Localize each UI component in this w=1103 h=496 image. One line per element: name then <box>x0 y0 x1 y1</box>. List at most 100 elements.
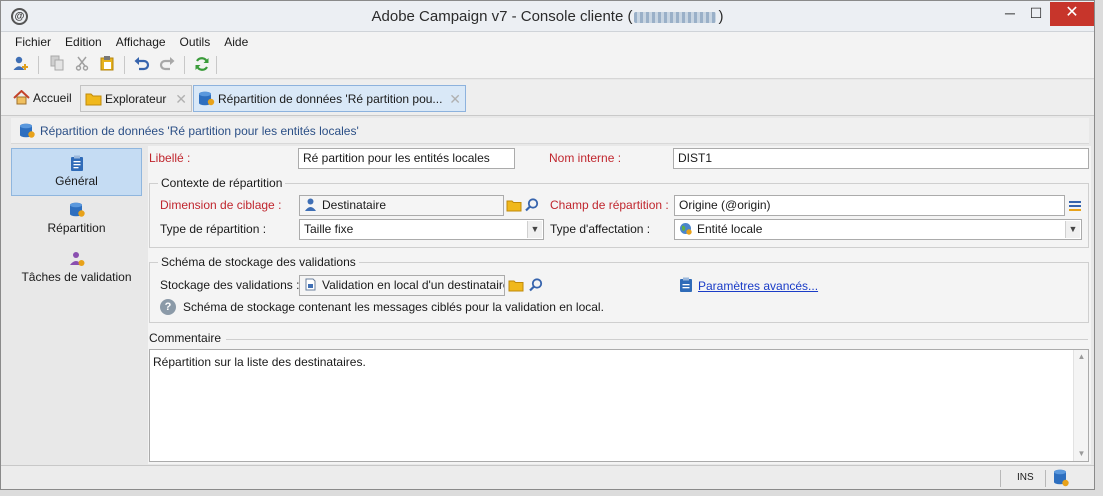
nom-interne-field[interactable]: DIST1 <box>673 148 1089 169</box>
help-text: Schéma de stockage contenant les message… <box>183 300 604 314</box>
menu-outils[interactable]: Outils <box>173 32 218 49</box>
menu-bar: Fichier Edition Affichage Outils Aide <box>1 32 1094 52</box>
tab-close-icon[interactable]: ✕ <box>175 86 187 112</box>
nav-label: Tâches de validation <box>21 270 132 284</box>
toolbar-separator <box>184 56 185 74</box>
toolbar <box>1 52 1094 79</box>
menu-aide[interactable]: Aide <box>217 32 255 49</box>
schema-document-icon <box>305 278 316 291</box>
nom-interne-label: Nom interne : <box>549 151 622 165</box>
help-icon: ? <box>160 299 176 315</box>
type-affectation-select[interactable]: Entité locale ▼ <box>674 219 1082 240</box>
copy-icon[interactable] <box>47 55 67 75</box>
dimension-label: Dimension de ciblage : <box>160 198 282 212</box>
type-repartition-value: Taille fixe <box>304 222 354 236</box>
status-bar: INS <box>1 465 1094 489</box>
minimize-button[interactable]: ─ <box>997 2 1023 26</box>
refresh-icon[interactable] <box>192 55 212 75</box>
new-user-icon[interactable] <box>11 55 31 75</box>
folder-icon[interactable] <box>508 277 524 293</box>
validation-user-icon <box>69 252 84 266</box>
database-icon <box>20 123 35 138</box>
cut-icon[interactable] <box>72 55 92 75</box>
breadcrumb-text: Répartition de données 'Ré partition pou… <box>40 124 359 138</box>
toolbar-separator <box>216 56 217 74</box>
window-title-suffix: ) <box>718 8 724 25</box>
search-icon[interactable] <box>524 197 540 213</box>
menu-fichier[interactable]: Fichier <box>1 32 58 49</box>
tab-label: Accueil <box>33 91 72 105</box>
type-repartition-label: Type de répartition : <box>160 222 267 236</box>
tab-accueil[interactable]: Accueil <box>9 85 79 112</box>
schema-title: Schéma de stockage des validations <box>158 255 359 269</box>
chevron-down-icon[interactable]: ▼ <box>527 221 542 238</box>
undo-icon[interactable] <box>132 55 152 75</box>
divider <box>226 339 1088 340</box>
nav-label: Répartition <box>47 221 106 235</box>
status-separator <box>1045 470 1046 487</box>
toolbar-separator <box>38 56 39 74</box>
form-panel: Libellé : Ré partition pour les entités … <box>148 146 1091 464</box>
libelle-label: Libellé : <box>149 151 191 165</box>
scroll-down-icon[interactable]: ▼ <box>1074 447 1089 461</box>
window-title: Adobe Campaign v7 - Console cliente () <box>1 8 1094 25</box>
breadcrumb: Répartition de données 'Ré partition pou… <box>11 118 1089 144</box>
user-icon <box>305 198 316 211</box>
vertical-scrollbar[interactable]: ▲ ▼ <box>1073 350 1088 461</box>
scroll-up-icon[interactable]: ▲ <box>1074 350 1089 364</box>
nav-repartition[interactable]: Répartition <box>11 202 142 242</box>
home-icon <box>13 90 30 105</box>
champ-label: Champ de répartition : <box>550 198 669 212</box>
globe-icon <box>680 223 692 235</box>
tab-bar: Accueil Explorateur ✕ Répartition de don… <box>1 80 1094 116</box>
commentaire-textarea[interactable]: Répartition sur la liste des destinatair… <box>149 349 1089 462</box>
commentaire-value: Répartition sur la liste des destinatair… <box>153 355 366 369</box>
stockage-field[interactable]: Validation en local d'un destinataire <box>299 275 505 296</box>
redacted-server-name <box>634 11 717 23</box>
stockage-label: Stockage des validations : <box>160 278 300 292</box>
redo-icon[interactable] <box>157 55 177 75</box>
database-icon <box>69 202 85 217</box>
database-icon[interactable] <box>1053 469 1069 487</box>
nav-label: Général <box>55 174 98 188</box>
dimension-value: Destinataire <box>322 198 387 212</box>
stockage-value: Validation en local d'un destinataire <box>322 278 505 292</box>
nav-general[interactable]: Général <box>11 148 142 196</box>
libelle-field[interactable]: Ré partition pour les entités locales <box>298 148 515 169</box>
menu-affichage[interactable]: Affichage <box>109 32 173 49</box>
close-window-button[interactable]: ✕ <box>1050 2 1094 26</box>
database-icon <box>199 91 215 106</box>
edit-expression-icon[interactable] <box>1068 198 1084 214</box>
search-icon[interactable] <box>528 277 544 293</box>
nav-taches-validation[interactable]: Tâches de validation <box>11 251 142 291</box>
menu-edition[interactable]: Edition <box>58 32 109 49</box>
paste-icon[interactable] <box>97 55 117 75</box>
type-affectation-label: Type d'affectation : <box>550 222 651 236</box>
commentaire-label: Commentaire <box>149 331 222 345</box>
app-window: @ Adobe Campaign v7 - Console cliente ()… <box>0 0 1095 490</box>
schema-stockage-group: Schéma de stockage des validations Stock… <box>149 255 1089 323</box>
insert-mode-indicator: INS <box>1017 472 1034 483</box>
advanced-settings-icon <box>680 277 692 292</box>
type-repartition-select[interactable]: Taille fixe ▼ <box>299 219 544 240</box>
left-navigation: Général Répartition Tâches de validation <box>11 148 142 464</box>
clipboard-icon <box>70 155 83 171</box>
tab-close-icon[interactable]: ✕ <box>449 86 461 112</box>
parametres-avances-link[interactable]: Paramètres avancés... <box>698 279 818 293</box>
folder-icon[interactable] <box>506 197 522 213</box>
window-title-prefix: Adobe Campaign v7 - Console cliente ( <box>371 8 633 25</box>
chevron-down-icon[interactable]: ▼ <box>1065 221 1080 238</box>
tab-repartition[interactable]: Répartition de données 'Ré partition pou… <box>193 85 466 112</box>
tab-label: Explorateur <box>105 92 167 106</box>
tab-explorateur[interactable]: Explorateur ✕ <box>80 85 192 112</box>
tab-label: Répartition de données 'Ré partition pou… <box>218 92 443 106</box>
champ-field[interactable]: Origine (@origin) <box>674 195 1065 216</box>
status-separator <box>1000 470 1001 487</box>
title-bar[interactable]: @ Adobe Campaign v7 - Console cliente ()… <box>1 1 1094 32</box>
toolbar-separator <box>124 56 125 74</box>
maximize-button[interactable]: ☐ <box>1023 2 1049 26</box>
type-affectation-value: Entité locale <box>697 222 763 236</box>
contexte-group: Contexte de répartition Dimension de cib… <box>149 176 1089 248</box>
dimension-field[interactable]: Destinataire <box>299 195 504 216</box>
folder-icon <box>85 93 102 106</box>
